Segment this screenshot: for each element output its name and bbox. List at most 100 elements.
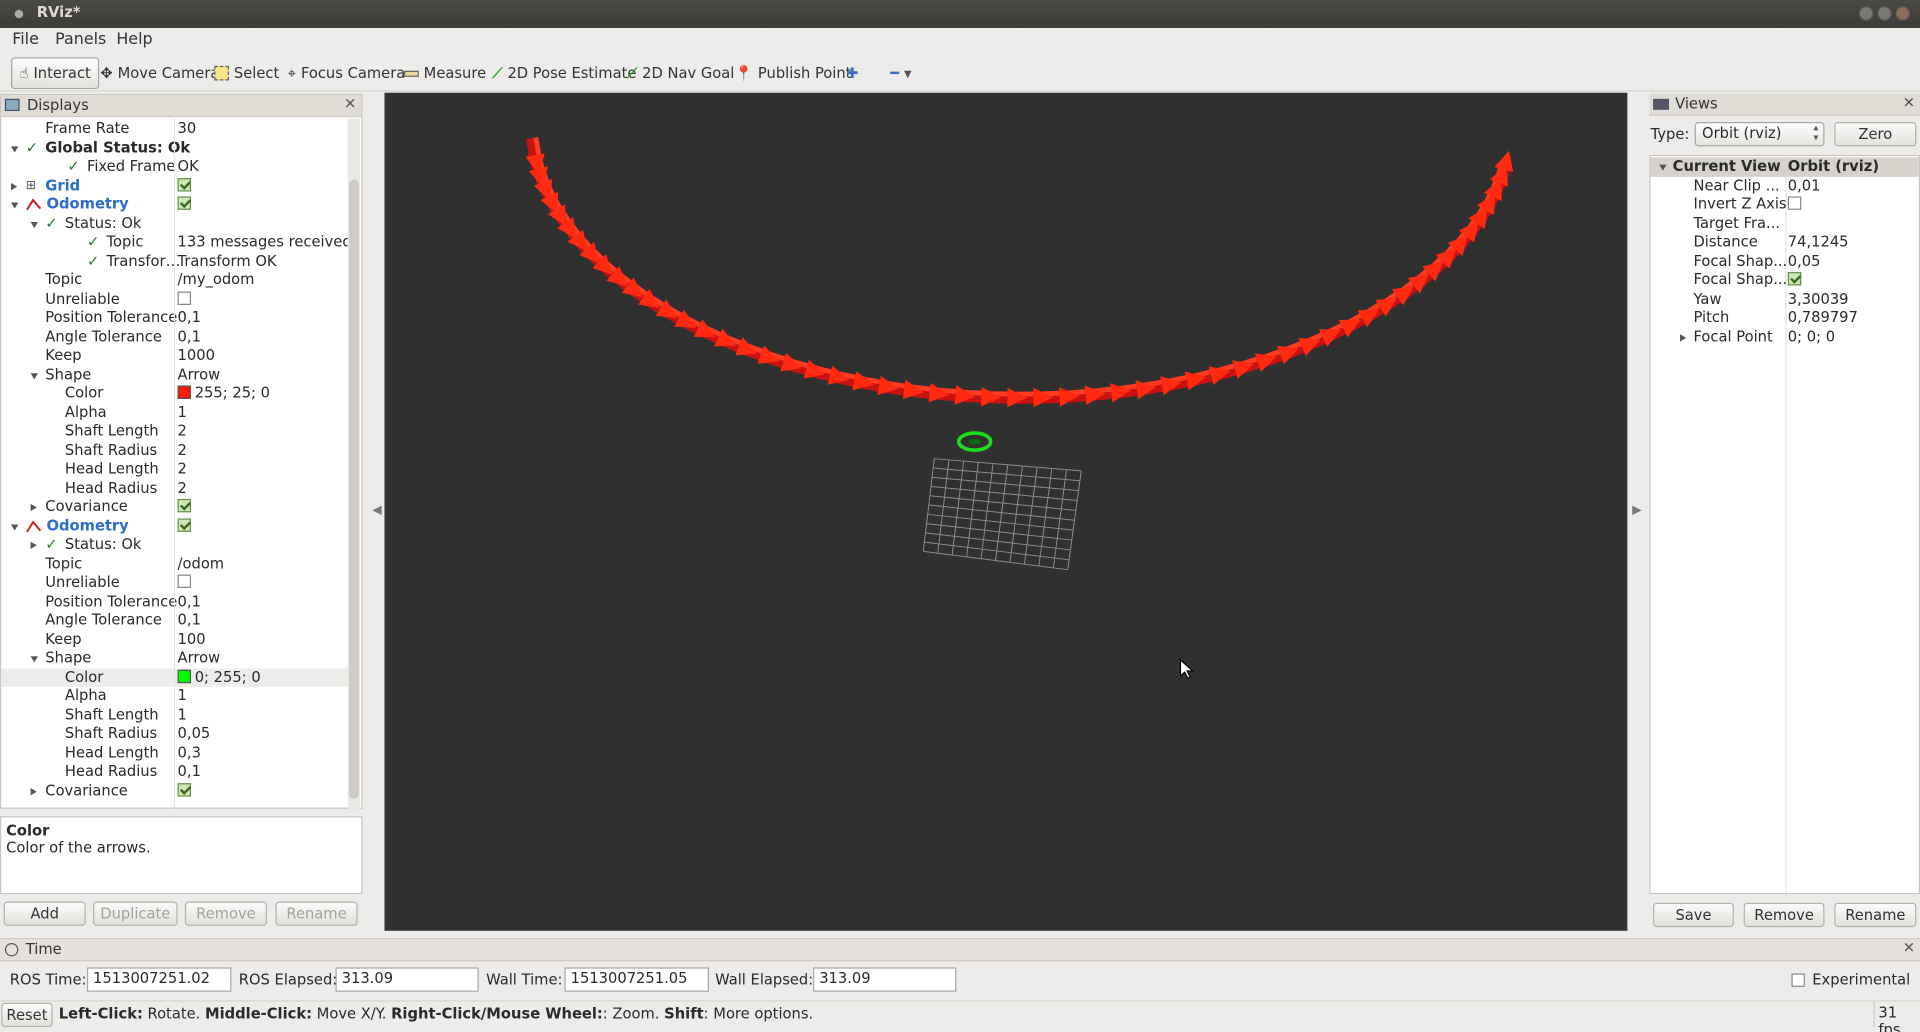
wall-time-field[interactable]: 1513007251.05 xyxy=(564,967,709,992)
save-view-button[interactable]: Save xyxy=(1653,902,1734,928)
display-property-value[interactable]: /odom xyxy=(178,554,225,572)
display-property-value[interactable]: 133 messages received xyxy=(178,233,352,251)
right-splitter-icon[interactable]: ▶ xyxy=(1632,504,1641,517)
view-checkbox[interactable] xyxy=(1787,195,1802,213)
remove-view-button[interactable]: Remove xyxy=(1743,902,1825,928)
color-value[interactable]: 0; 255; 0 xyxy=(177,668,261,686)
chevron-down-icon[interactable] xyxy=(30,214,38,232)
reset-button[interactable]: Reset xyxy=(1,1002,53,1028)
view-property-value[interactable]: 0,789797 xyxy=(1788,309,1858,327)
close-panel-icon[interactable]: ✕ xyxy=(1903,939,1915,956)
display-property-value[interactable]: 1 xyxy=(178,706,187,724)
view-property-value[interactable]: 3,30039 xyxy=(1788,290,1849,308)
view-tree-row[interactable]: Focal Shap... 0,05 xyxy=(1651,252,1919,271)
display-property-value[interactable]: OK xyxy=(178,157,199,175)
3d-render-view[interactable] xyxy=(384,92,1628,931)
ros-elapsed-field[interactable]: 313.09 xyxy=(335,967,479,992)
chevron-right-icon[interactable] xyxy=(30,536,37,554)
view-tree-row[interactable]: Target Fra... xyxy=(1651,214,1919,233)
display-property-value[interactable]: /my_odom xyxy=(178,271,255,289)
display-property-value[interactable]: 0,05 xyxy=(178,725,211,743)
display-checkbox[interactable] xyxy=(177,290,192,308)
display-checkbox[interactable] xyxy=(177,781,192,799)
view-property-value[interactable]: Orbit (rviz) xyxy=(1788,157,1879,175)
chevron-down-icon[interactable] xyxy=(11,517,19,535)
display-property-value[interactable]: 0,1 xyxy=(178,592,201,610)
view-tree-row[interactable]: Near Clip ... 0,01 xyxy=(1651,176,1919,195)
view-tree-row[interactable]: Distance 74,1245 xyxy=(1651,233,1919,252)
chevron-right-icon[interactable] xyxy=(30,781,37,799)
color-value[interactable]: 255; 25; 0 xyxy=(177,384,270,402)
maximize-icon[interactable] xyxy=(1877,6,1892,21)
view-tree-row[interactable]: Current View Orbit (rviz) xyxy=(1650,157,1919,177)
remove-display-button[interactable]: Remove xyxy=(184,901,267,926)
view-type-select[interactable]: Orbit (rviz) ▴ ▾ xyxy=(1694,121,1825,147)
scene-canvas[interactable] xyxy=(384,93,1627,931)
zero-button[interactable]: Zero xyxy=(1834,121,1917,147)
menu-file[interactable]: File xyxy=(12,30,39,48)
display-property-value[interactable]: Arrow xyxy=(178,365,221,383)
display-checkbox[interactable] xyxy=(177,195,192,213)
display-property-value[interactable]: 2 xyxy=(178,460,187,478)
close-icon[interactable] xyxy=(1895,6,1911,21)
wall-elapsed-field[interactable]: 313.09 xyxy=(813,967,957,992)
rename-view-button[interactable]: Rename xyxy=(1834,902,1917,928)
display-property-value[interactable]: 1 xyxy=(178,687,187,705)
display-property-value[interactable]: 2 xyxy=(178,479,187,497)
view-tree-row[interactable]: Yaw 3,30039 xyxy=(1651,290,1919,309)
ros-time-field[interactable]: 1513007251.02 xyxy=(86,967,232,992)
minimize-icon[interactable] xyxy=(1858,6,1874,21)
chevron-down-icon[interactable] xyxy=(30,365,38,383)
view-tree-row[interactable]: Pitch 0,789797 xyxy=(1651,309,1919,328)
chevron-down-icon[interactable] xyxy=(30,649,38,667)
display-checkbox[interactable] xyxy=(177,176,192,194)
rename-display-button[interactable]: Rename xyxy=(275,901,358,926)
view-tree-row[interactable]: Focal Shap... xyxy=(1651,271,1919,290)
view-checkbox[interactable] xyxy=(1787,271,1802,289)
display-property-value[interactable]: 100 xyxy=(178,630,206,648)
display-property-value[interactable]: 0,1 xyxy=(178,328,201,346)
view-property-value[interactable]: 0; 0; 0 xyxy=(1788,328,1835,346)
display-checkbox[interactable] xyxy=(177,517,192,535)
view-tree-row[interactable]: Invert Z Axis xyxy=(1651,195,1919,214)
pose-estimate-tool-button[interactable]: ⟋ 2D Pose Estimate xyxy=(492,60,636,87)
display-checkbox[interactable] xyxy=(177,498,192,516)
close-panel-icon[interactable]: ✕ xyxy=(1903,94,1915,111)
display-property-value[interactable]: 2 xyxy=(178,441,187,459)
add-tool-button[interactable]: ✚ xyxy=(846,60,858,87)
remove-tool-button[interactable]: ━ ▼ xyxy=(890,60,911,87)
move-camera-tool-button[interactable]: ✥ Move Camera xyxy=(100,60,219,87)
view-property-value[interactable]: 74,1245 xyxy=(1788,233,1849,251)
interact-tool-button[interactable]: ☝ Interact xyxy=(11,57,100,90)
duplicate-display-button[interactable]: Duplicate xyxy=(93,901,178,926)
display-property-value[interactable]: 2 xyxy=(178,422,187,440)
display-property-value[interactable]: 0,1 xyxy=(178,611,201,629)
add-display-button[interactable]: Add xyxy=(3,901,86,926)
display-property-value[interactable]: Arrow xyxy=(178,649,221,667)
select-tool-button[interactable]: Select xyxy=(214,60,279,87)
display-checkbox[interactable] xyxy=(177,573,192,591)
publish-point-tool-button[interactable]: 📍 Publish Point xyxy=(735,60,852,87)
scroll-thumb[interactable] xyxy=(348,179,359,800)
display-property-value[interactable]: 1000 xyxy=(178,346,215,364)
nav-goal-tool-button[interactable]: ⟋ 2D Nav Goal xyxy=(627,60,734,87)
display-property-value[interactable]: 0,3 xyxy=(178,744,201,762)
chevron-down-icon[interactable] xyxy=(11,138,19,156)
view-property-value[interactable]: 0,01 xyxy=(1788,176,1821,194)
chevron-right-icon[interactable] xyxy=(1680,328,1687,346)
chevron-right-icon[interactable] xyxy=(30,498,37,516)
view-tree-row[interactable]: Focal Point 0; 0; 0 xyxy=(1651,328,1919,347)
display-property-value[interactable]: Transform OK xyxy=(178,252,277,270)
display-property-value[interactable]: 0,1 xyxy=(178,762,201,780)
displays-scrollbar[interactable] xyxy=(347,118,361,809)
view-property-value[interactable]: 0,05 xyxy=(1788,252,1821,270)
chevron-right-icon[interactable] xyxy=(11,176,18,194)
chevron-down-icon[interactable] xyxy=(1659,157,1667,175)
measure-tool-button[interactable]: Measure xyxy=(404,60,486,87)
chevron-down-icon[interactable] xyxy=(11,195,19,213)
display-property-value[interactable]: 0,1 xyxy=(178,309,201,327)
close-panel-icon[interactable]: ✕ xyxy=(344,95,356,112)
display-property-value[interactable]: 1 xyxy=(178,403,187,421)
menu-panels[interactable]: Panels xyxy=(55,30,106,48)
left-splitter-icon[interactable]: ◀ xyxy=(372,504,381,517)
